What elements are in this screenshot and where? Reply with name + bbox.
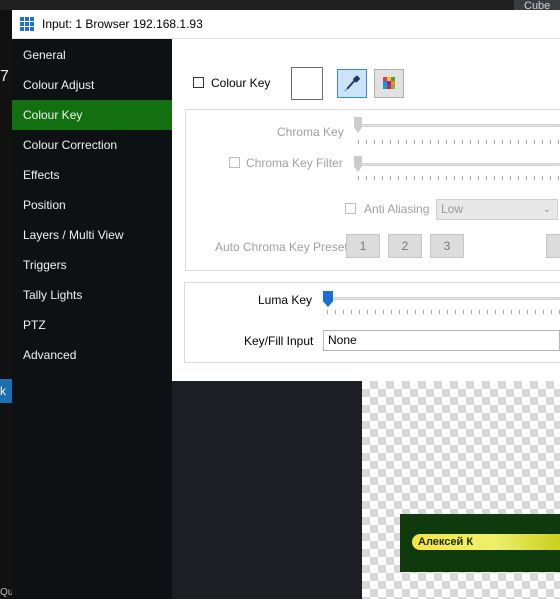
- sidebar-item-triggers[interactable]: Triggers: [12, 250, 172, 280]
- settings-sidebar: General Colour Adjust Colour Key Colour …: [12, 39, 172, 599]
- background-app-blue-item: k: [0, 379, 12, 403]
- chroma-key-filter-label: Chroma Key Filter: [246, 156, 343, 170]
- color-palette-button[interactable]: [374, 69, 404, 98]
- chroma-key-slider-ticks: [358, 140, 560, 144]
- lower-third-graphic: Алексей К: [400, 514, 560, 572]
- sidebar-item-colour-key[interactable]: Colour Key: [12, 100, 172, 130]
- preset-1-button[interactable]: 1: [346, 234, 380, 258]
- colour-key-swatch[interactable]: [291, 67, 323, 100]
- anti-aliasing-select[interactable]: Low ⌄: [436, 199, 558, 220]
- background-app-bottom-label: Qu: [0, 587, 12, 598]
- sidebar-item-advanced[interactable]: Advanced: [12, 340, 172, 370]
- background-app-left-panel: [0, 10, 12, 599]
- preset-2-button[interactable]: 2: [388, 234, 422, 258]
- luma-key-slider-ticks: [327, 310, 560, 314]
- preview-background: [172, 381, 362, 599]
- sidebar-item-effects[interactable]: Effects: [12, 160, 172, 190]
- eyedropper-button[interactable]: [337, 69, 367, 98]
- swatch-fill: [293, 69, 321, 98]
- lower-third-name: Алексей К: [418, 536, 474, 548]
- sidebar-item-position[interactable]: Position: [12, 190, 172, 220]
- anti-aliasing-label: Anti Aliasing: [364, 202, 430, 216]
- preset-more-button[interactable]: [546, 234, 560, 258]
- key-fill-input-value: None: [328, 333, 357, 347]
- sidebar-item-general[interactable]: General: [12, 40, 172, 70]
- sidebar-item-colour-correction[interactable]: Colour Correction: [12, 130, 172, 160]
- key-fill-input-label: Key/Fill Input: [244, 334, 314, 348]
- sidebar-item-colour-adjust[interactable]: Colour Adjust: [12, 70, 172, 100]
- lower-third-name-bar: Алексей К: [412, 534, 560, 550]
- luma-key-slider-track[interactable]: [323, 297, 560, 300]
- chroma-key-label: Chroma Key: [277, 125, 344, 139]
- chevron-down-icon: ⌄: [542, 204, 551, 215]
- window-titlebar[interactable]: Input: 1 Browser 192.168.1.93: [12, 10, 560, 39]
- window-title: Input: 1 Browser 192.168.1.93: [42, 17, 203, 31]
- background-app-strip: [0, 0, 560, 10]
- key-fill-input-select[interactable]: None: [323, 330, 560, 351]
- luma-key-label: Luma Key: [258, 293, 313, 307]
- eyedropper-icon: [344, 75, 360, 92]
- color-palette-icon: [383, 77, 395, 89]
- preset-3-button[interactable]: 3: [430, 234, 464, 258]
- colour-key-label: Colour Key: [211, 76, 271, 90]
- auto-chroma-key-presets-label: Auto Chroma Key Presets: [215, 240, 354, 254]
- anti-aliasing-value: Low: [441, 202, 464, 216]
- app-grid-icon: [20, 17, 34, 31]
- colour-key-checkbox[interactable]: [193, 77, 204, 88]
- anti-aliasing-checkbox[interactable]: [345, 203, 356, 214]
- chroma-key-filter-slider-track[interactable]: [355, 163, 560, 166]
- sidebar-item-ptz[interactable]: PTZ: [12, 310, 172, 340]
- chroma-key-filter-slider-ticks: [358, 176, 560, 180]
- chroma-key-filter-checkbox[interactable]: [229, 157, 240, 168]
- sidebar-item-tally-lights[interactable]: Tally Lights: [12, 280, 172, 310]
- sidebar-item-layers-multi-view[interactable]: Layers / Multi View: [12, 220, 172, 250]
- chroma-key-slider-track[interactable]: [355, 124, 560, 127]
- background-app-cube-tab: Cube: [514, 0, 560, 10]
- background-app-number: 7: [0, 68, 9, 85]
